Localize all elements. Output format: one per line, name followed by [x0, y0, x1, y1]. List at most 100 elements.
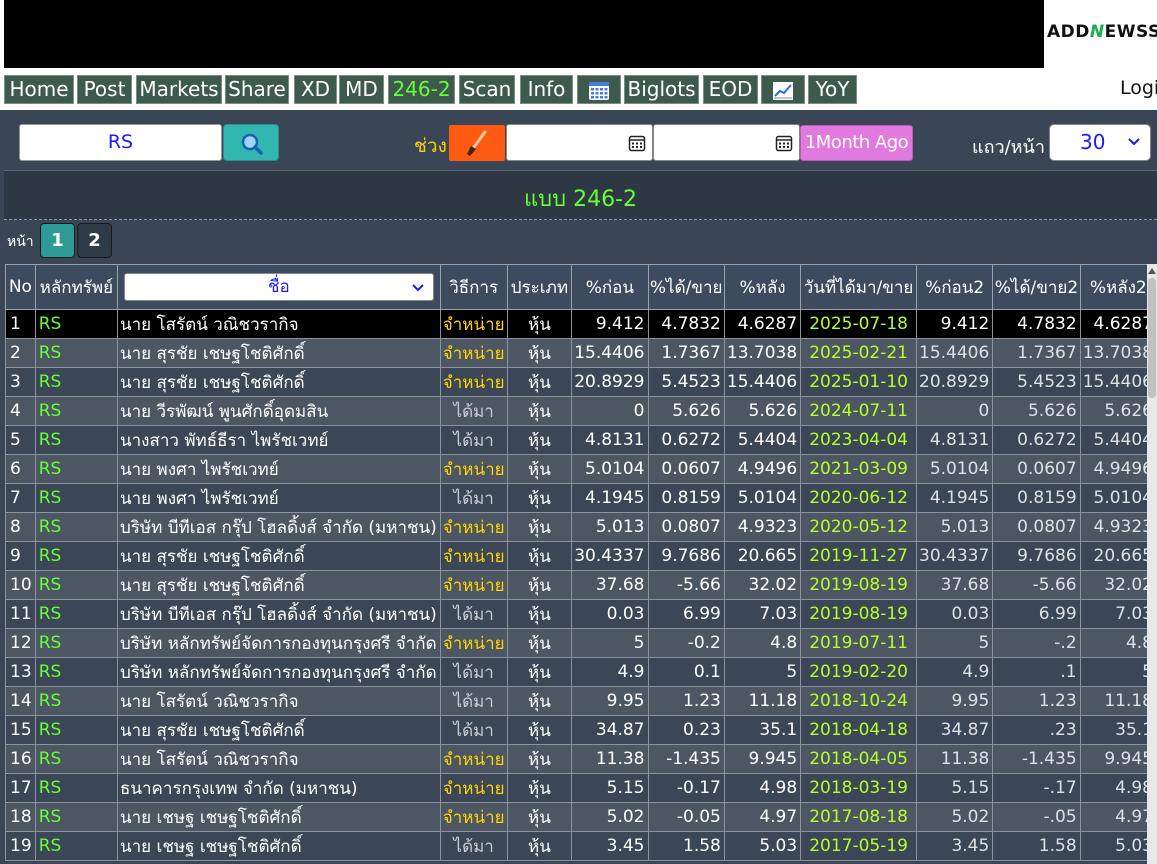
row-name[interactable]: นาย สุรชัย เชษฐโชติศักดิ์	[116, 367, 441, 397]
nav-chart-button[interactable]	[761, 75, 805, 104]
row-name[interactable]: นาย สุรชัย เชษฐโชติศักดิ์	[116, 570, 441, 600]
row-symbol[interactable]: RS	[34, 396, 118, 426]
col-header-no[interactable]: No	[5, 264, 36, 310]
row-symbol[interactable]: RS	[34, 773, 118, 803]
nav-eod-button[interactable]: EOD	[703, 75, 758, 104]
search-button[interactable]	[223, 124, 279, 161]
row-symbol[interactable]: RS	[34, 744, 118, 774]
nav-biglots-button[interactable]: Biglots	[624, 75, 699, 104]
row-symbol[interactable]: RS	[34, 570, 118, 600]
nav-grid-calendar-button[interactable]	[577, 75, 621, 104]
table-row[interactable]: 17 RS ธนาคารกรุงเทพ จำกัด (มหาชน) จำหน่าย หุ…	[5, 773, 1157, 803]
row-method: จำหน่าย	[439, 744, 508, 774]
login-link[interactable]: Login	[1120, 77, 1157, 99]
row-symbol[interactable]: RS	[34, 715, 118, 745]
row-symbol[interactable]: RS	[34, 309, 118, 339]
row-name[interactable]: นาย เชษฐ เชษฐโชติศักดิ์	[116, 831, 441, 861]
row-name[interactable]: นาย สุรชัย เชษฐโชติศักดิ์	[116, 715, 441, 745]
symbol-search-input[interactable]: RS	[19, 124, 222, 161]
row-symbol[interactable]: RS	[34, 483, 118, 513]
table-row[interactable]: 6 RS นาย พงศา ไพรัชเวทย์ จำหน่าย หุ้น 5.0104 0…	[5, 454, 1157, 484]
table-row[interactable]: 5 RS นางสาว พัทธ์ธีรา ไพรัชเวทย์ ได้มา หุ้น 4…	[5, 425, 1157, 455]
row-name[interactable]: นาย โสรัตน์ วณิชวรากิจ	[116, 309, 441, 339]
table-row[interactable]: 16 RS นาย โสรัตน์ วณิชวรากิจ จำหน่าย หุ้น 11.…	[5, 744, 1157, 774]
nav-xd-button[interactable]: XD	[294, 75, 337, 104]
site-logo[interactable]: ADDNEWSS	[1047, 22, 1157, 42]
row-symbol[interactable]: RS	[34, 628, 118, 658]
row-symbol[interactable]: RS	[34, 686, 118, 716]
col-header-pct-before2[interactable]: %ก่อน2	[915, 264, 994, 310]
table-row[interactable]: 9 RS นาย สุรชัย เชษฐโชติศักดิ์ จำหน่าย หุ้น 3…	[5, 541, 1157, 571]
nav-markets-button[interactable]: Markets	[136, 75, 222, 104]
row-symbol[interactable]: RS	[34, 367, 118, 397]
one-month-ago-button[interactable]: 1Month Ago	[800, 125, 913, 161]
table-row[interactable]: 8 RS บริษัท บีทีเอส กรุ๊ป โฮลดิ้งส์ จำกัด …	[5, 512, 1157, 542]
row-name[interactable]: นาย สุรชัย เชษฐโชติศักดิ์	[116, 338, 441, 368]
scroll-up-arrow-icon[interactable]	[1148, 268, 1156, 274]
col-header-method[interactable]: วิธีการ	[439, 264, 508, 310]
col-header-name[interactable]: ชื่อ	[116, 264, 441, 310]
rows-per-page-select[interactable]: 30	[1049, 124, 1151, 161]
row-symbol[interactable]: RS	[34, 425, 118, 455]
row-name[interactable]: บริษัท บีทีเอส กรุ๊ป โฮลดิ้งส์ จำกัด (มห…	[116, 599, 441, 629]
clear-range-button[interactable]	[449, 125, 505, 161]
col-header-pct-after2[interactable]: %หลัง2	[1079, 264, 1157, 310]
page-button-1[interactable]: 1	[40, 223, 75, 258]
page-scrollbar[interactable]	[1147, 264, 1157, 864]
row-symbol[interactable]: RS	[34, 338, 118, 368]
name-filter-select[interactable]: ชื่อ	[123, 273, 434, 301]
table-row[interactable]: 13 RS บริษัท หลักทรัพย์จัดการกองทุนกรุงศรี…	[5, 657, 1157, 687]
table-row[interactable]: 3 RS นาย สุรชัย เชษฐโชติศักดิ์ จำหน่าย หุ้น 2…	[5, 367, 1157, 397]
col-header-date[interactable]: วันที่ได้มา/ขาย	[800, 264, 917, 310]
nav-post-button[interactable]: Post	[77, 75, 132, 104]
nav-246-2-button[interactable]: 246-2	[388, 75, 455, 104]
row-symbol[interactable]: RS	[34, 599, 118, 629]
table-row[interactable]: 15 RS นาย สุรชัย เชษฐโชติศักดิ์ ได้มา หุ้น 34…	[5, 715, 1157, 745]
table-row[interactable]: 4 RS นาย วีรพัฒน์ พูนศักดิ์อุดมสิน ได้มา หุ้…	[5, 396, 1157, 426]
row-name[interactable]: นาย โสรัตน์ วณิชวรากิจ	[116, 744, 441, 774]
row-name[interactable]: บริษัท หลักทรัพย์จัดการกองทุนกรุงศรี จำก…	[116, 657, 441, 687]
row-name[interactable]: บริษัท บีทีเอส กรุ๊ป โฮลดิ้งส์ จำกัด (มห…	[116, 512, 441, 542]
nav-yoy-button[interactable]: YoY	[808, 75, 857, 104]
table-row[interactable]: 10 RS นาย สุรชัย เชษฐโชติศักดิ์ จำหน่าย หุ้น…	[5, 570, 1157, 600]
row-name[interactable]: นาย สุรชัย เชษฐโชติศักดิ์	[116, 541, 441, 571]
nav-home-button[interactable]: Home	[4, 75, 74, 104]
table-row[interactable]: 12 RS บริษัท หลักทรัพย์จัดการกองทุนกรุงศรี…	[5, 628, 1157, 658]
row-name[interactable]: บริษัท หลักทรัพย์จัดการกองทุนกรุงศรี จำก…	[116, 628, 441, 658]
end-date-input[interactable]	[653, 124, 800, 161]
table-row[interactable]: 2 RS นาย สุรชัย เชษฐโชติศักดิ์ จำหน่าย หุ้น 1…	[5, 338, 1157, 368]
row-symbol[interactable]: RS	[34, 541, 118, 571]
col-header-pct-after[interactable]: %หลัง	[723, 264, 802, 310]
row-symbol[interactable]: RS	[34, 657, 118, 687]
nav-scan-button[interactable]: Scan	[459, 75, 515, 104]
table-row[interactable]: 1 RS นาย โสรัตน์ วณิชวรากิจ จำหน่าย หุ้น 9.41…	[5, 309, 1157, 339]
table-row[interactable]: 11 RS บริษัท บีทีเอส กรุ๊ป โฮลดิ้งส์ จำกัด…	[5, 599, 1157, 629]
row-name[interactable]: นาย โสรัตน์ วณิชวรากิจ	[116, 686, 441, 716]
row-name[interactable]: นางสาว พัทธ์ธีรา ไพรัชเวทย์	[116, 425, 441, 455]
table-row[interactable]: 7 RS นาย พงศา ไพรัชเวทย์ ได้มา หุ้น 4.1945 0.8…	[5, 483, 1157, 513]
row-symbol[interactable]: RS	[34, 454, 118, 484]
col-header-pct-before[interactable]: %ก่อน	[571, 264, 649, 310]
row-symbol[interactable]: RS	[34, 831, 118, 861]
start-date-input[interactable]	[506, 124, 653, 161]
col-header-type[interactable]: ประเภท	[506, 264, 573, 310]
row-symbol[interactable]: RS	[34, 802, 118, 832]
table-row[interactable]: 14 RS นาย โสรัตน์ วณิชวรากิจ ได้มา หุ้น 9.95 1…	[5, 686, 1157, 716]
row-type: หุ้น	[506, 599, 573, 629]
row-name[interactable]: นาย พงศา ไพรัชเวทย์	[116, 454, 441, 484]
row-name[interactable]: นาย วีรพัฒน์ พูนศักดิ์อุดมสิน	[116, 396, 441, 426]
col-header-symbol[interactable]: หลักทรัพย์	[34, 264, 118, 310]
table-row[interactable]: 19 RS นาย เชษฐ เชษฐโชติศักดิ์ ได้มา หุ้น 3.45…	[5, 831, 1157, 861]
row-name[interactable]: นาย เชษฐ เชษฐโชติศักดิ์	[116, 802, 441, 832]
nav-share-button[interactable]: Share	[225, 75, 289, 104]
page-button-2[interactable]: 2	[77, 223, 112, 258]
table-row[interactable]: 18 RS นาย เชษฐ เชษฐโชติศักดิ์ จำหน่าย หุ้น 5.…	[5, 802, 1157, 832]
scroll-thumb[interactable]	[1148, 278, 1156, 398]
nav-info-button[interactable]: Info	[520, 75, 573, 104]
nav-md-button[interactable]: MD	[339, 75, 384, 104]
row-name[interactable]: นาย พงศา ไพรัชเวทย์	[116, 483, 441, 513]
row-name[interactable]: ธนาคารกรุงเทพ จำกัด (มหาชน)	[116, 773, 441, 803]
col-header-pct-change[interactable]: %ได้/ขาย	[647, 264, 725, 310]
row-symbol[interactable]: RS	[34, 512, 118, 542]
col-header-pct-change2[interactable]: %ได้/ขาย2	[992, 264, 1081, 310]
